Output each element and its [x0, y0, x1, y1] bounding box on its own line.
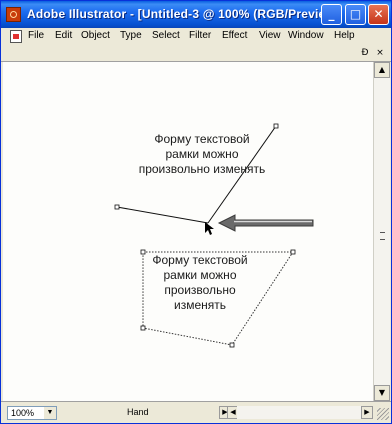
menu-view[interactable]: View — [259, 30, 281, 41]
text-line: произвольно изменять — [138, 162, 266, 176]
anchor-point[interactable] — [140, 325, 146, 331]
menu-help[interactable]: Help — [334, 30, 355, 41]
minimize-button[interactable]: _ — [321, 4, 342, 25]
scroll-up-button[interactable]: ▲ — [374, 62, 390, 78]
upper-text-block: Форму текстовой рамки можно произвольно … — [123, 132, 281, 177]
scroll-right-button[interactable]: ▶ — [361, 406, 373, 419]
close-button[interactable]: ✕ — [368, 4, 389, 25]
menu-object[interactable]: Object — [81, 30, 110, 41]
chevron-down-icon[interactable]: ▼ — [44, 407, 56, 419]
resize-grip[interactable] — [377, 408, 389, 420]
adobe-illustrator-icon[interactable] — [6, 7, 21, 22]
document-icon[interactable] — [10, 30, 22, 43]
document-controls-bar: Ɖ × — [1, 45, 391, 62]
menu-filter[interactable]: Filter — [189, 30, 211, 41]
text-line: изменять — [173, 298, 226, 312]
left-arrow-icon — [217, 214, 314, 232]
vertical-scrollbar[interactable]: ▲ ▼ — [373, 62, 390, 401]
menu-bar: File Edit Object Type Select Filter Effe… — [1, 28, 391, 45]
artboard-canvas[interactable]: Форму текстовой рамки можно произвольно … — [3, 62, 373, 401]
anchor-point[interactable] — [273, 123, 279, 129]
direct-selection-cursor-icon — [205, 222, 214, 235]
menu-select[interactable]: Select — [152, 30, 180, 41]
current-tool-label: Hand — [127, 407, 149, 417]
text-line: произвольно — [164, 283, 236, 297]
menu-file[interactable]: File — [28, 30, 44, 41]
horizontal-scrollbar[interactable] — [237, 406, 362, 419]
text-path-line-left — [116, 206, 209, 224]
text-line: Форму текстовой — [152, 253, 248, 267]
menu-type[interactable]: Type — [120, 30, 142, 41]
title-bar[interactable]: Adobe Illustrator - [Untitled-3 @ 100% (… — [1, 1, 391, 28]
maximize-button[interactable]: □ — [345, 4, 366, 25]
lower-text-block: Форму текстовой рамки можно произвольно … — [141, 253, 259, 313]
menu-window[interactable]: Window — [288, 30, 324, 41]
zoom-select[interactable]: 100% ▼ — [7, 406, 57, 420]
text-line: рамки можно — [165, 147, 239, 161]
window-title: Adobe Illustrator - [Untitled-3 @ 100% (… — [27, 7, 338, 21]
close-document-button[interactable]: × — [374, 47, 386, 59]
menu-effect[interactable]: Effect — [222, 30, 247, 41]
app-window: Adobe Illustrator - [Untitled-3 @ 100% (… — [0, 0, 392, 424]
zoom-value: 100% — [11, 408, 35, 418]
anchor-point[interactable] — [229, 342, 235, 348]
menu-edit[interactable]: Edit — [55, 30, 72, 41]
text-line: Форму текстовой — [154, 132, 250, 146]
text-line: рамки можно — [163, 268, 237, 282]
artwork-layer — [114, 123, 314, 348]
restore-document-button[interactable]: Ɖ — [359, 47, 371, 59]
anchor-point[interactable] — [290, 249, 296, 255]
scroll-thumb[interactable] — [380, 232, 385, 240]
scroll-down-button[interactable]: ▼ — [374, 385, 390, 401]
anchor-point[interactable] — [114, 204, 120, 210]
status-bar: 100% ▼ Hand ▶ ◀ ▶ — [1, 401, 391, 423]
